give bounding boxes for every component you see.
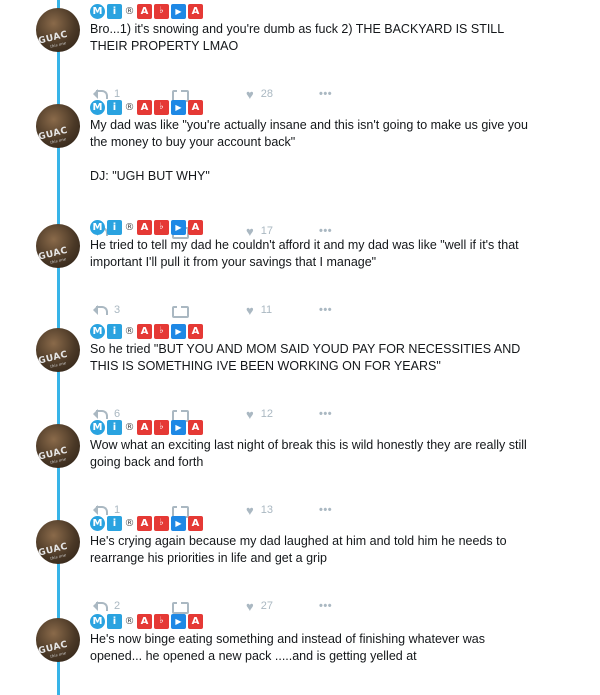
- avatar[interactable]: GUAC this one: [36, 618, 80, 662]
- reply-icon: [93, 305, 108, 315]
- badge-a2-icon: A: [188, 99, 203, 115]
- badge-m-icon: M: [90, 99, 105, 115]
- badge-i-icon: i: [107, 219, 122, 235]
- like-button[interactable]: ♥ 11: [246, 304, 319, 317]
- tweet-actions: 3 ♥ 11 •••: [93, 303, 332, 318]
- avatar[interactable]: GUAC this one: [36, 520, 80, 564]
- tweet-text: My dad was like "you're actually insane …: [90, 118, 528, 183]
- tweet-text: So he tried "BUT YOU AND MOM SAID YOUD P…: [90, 342, 521, 373]
- badge-a2-icon: A: [188, 419, 203, 435]
- badge-a2-icon: A: [188, 613, 203, 629]
- badge-registered-icon: ®: [124, 615, 135, 627]
- tweet[interactable]: GUAC this one M i ® A ♭ ▶ A He's crying …: [0, 512, 600, 614]
- avatar[interactable]: GUAC this one: [36, 424, 80, 468]
- display-name[interactable]: M i ® A ♭ ▶ A: [90, 3, 203, 19]
- display-name[interactable]: M i ® A ♭ ▶ A: [90, 99, 203, 115]
- more-button[interactable]: •••: [319, 304, 332, 316]
- badge-a2-icon: A: [188, 515, 203, 531]
- tweet-text: He tried to tell my dad he couldn't affo…: [90, 238, 519, 269]
- badge-a-icon: A: [137, 419, 152, 435]
- tweet[interactable]: GUAC this one M i ® A ♭ ▶ A Wow what an …: [0, 416, 600, 518]
- badge-play-icon: ▶: [171, 419, 186, 435]
- display-name[interactable]: M i ® A ♭ ▶ A: [90, 419, 203, 435]
- badge-registered-icon: ®: [124, 221, 135, 233]
- badge-registered-icon: ®: [124, 5, 135, 17]
- like-count: 11: [260, 304, 273, 316]
- avatar[interactable]: GUAC this one: [36, 328, 80, 372]
- badge-b-icon: ♭: [154, 613, 169, 629]
- badge-b-icon: ♭: [154, 3, 169, 19]
- badge-registered-icon: ®: [124, 517, 135, 529]
- avatar[interactable]: GUAC this one: [36, 104, 80, 148]
- reply-count: 3: [114, 304, 121, 316]
- badge-b-icon: ♭: [154, 515, 169, 531]
- badge-play-icon: ▶: [171, 219, 186, 235]
- badge-i-icon: i: [107, 613, 122, 629]
- tweet[interactable]: GUAC this one M i ® A ♭ ▶ A So he tried …: [0, 320, 600, 422]
- badge-m-icon: M: [90, 515, 105, 531]
- display-name[interactable]: M i ® A ♭ ▶ A: [90, 515, 203, 531]
- badge-registered-icon: ®: [124, 101, 135, 113]
- avatar[interactable]: GUAC this one: [36, 224, 80, 268]
- badge-m-icon: M: [90, 323, 105, 339]
- badge-m-icon: M: [90, 3, 105, 19]
- badge-play-icon: ▶: [171, 323, 186, 339]
- display-name[interactable]: M i ® A ♭ ▶ A: [90, 219, 203, 235]
- retweet-icon: [170, 304, 189, 318]
- avatar[interactable]: GUAC this one: [36, 8, 80, 52]
- badge-m-icon: M: [90, 419, 105, 435]
- tweet[interactable]: GUAC this one M i ® A ♭ ▶ A Bro...1) it'…: [0, 0, 600, 102]
- badge-a-icon: A: [137, 323, 152, 339]
- reply-button[interactable]: 3: [93, 304, 170, 316]
- badge-a-icon: A: [137, 3, 152, 19]
- badge-b-icon: ♭: [154, 219, 169, 235]
- badge-play-icon: ▶: [171, 515, 186, 531]
- badge-registered-icon: ®: [124, 325, 135, 337]
- badge-b-icon: ♭: [154, 323, 169, 339]
- tweet-text: He's now binge eating something and inst…: [90, 632, 485, 663]
- badge-i-icon: i: [107, 3, 122, 19]
- retweet-button[interactable]: [170, 304, 246, 318]
- display-name[interactable]: M i ® A ♭ ▶ A: [90, 323, 203, 339]
- badge-b-icon: ♭: [154, 419, 169, 435]
- badge-b-icon: ♭: [154, 99, 169, 115]
- heart-icon: ♥: [246, 302, 254, 318]
- tweet[interactable]: GUAC this one M i ® A ♭ ▶ A My dad was l…: [0, 96, 600, 239]
- badge-i-icon: i: [107, 515, 122, 531]
- badge-play-icon: ▶: [171, 3, 186, 19]
- badge-a-icon: A: [137, 515, 152, 531]
- badge-i-icon: i: [107, 323, 122, 339]
- badge-a2-icon: A: [188, 323, 203, 339]
- badge-play-icon: ▶: [171, 613, 186, 629]
- badge-i-icon: i: [107, 419, 122, 435]
- tweet[interactable]: GUAC this one M i ® A ♭ ▶ A He's now bin…: [0, 610, 600, 695]
- badge-i-icon: i: [107, 99, 122, 115]
- tweet-text: He's crying again because my dad laughed…: [90, 534, 507, 565]
- display-name[interactable]: M i ® A ♭ ▶ A: [90, 613, 203, 629]
- badge-m-icon: M: [90, 219, 105, 235]
- badge-a-icon: A: [137, 219, 152, 235]
- badge-a-icon: A: [137, 99, 152, 115]
- badge-a-icon: A: [137, 613, 152, 629]
- badge-play-icon: ▶: [171, 99, 186, 115]
- badge-registered-icon: ®: [124, 421, 135, 433]
- tweet[interactable]: GUAC this one M i ® A ♭ ▶ A He tried to …: [0, 216, 600, 318]
- badge-a2-icon: A: [188, 3, 203, 19]
- more-dots-icon: •••: [319, 304, 333, 316]
- badge-m-icon: M: [90, 613, 105, 629]
- tweet-text: Bro...1) it's snowing and you're dumb as…: [90, 22, 505, 53]
- tweet-text: Wow what an exciting last night of break…: [90, 438, 527, 469]
- badge-a2-icon: A: [188, 219, 203, 235]
